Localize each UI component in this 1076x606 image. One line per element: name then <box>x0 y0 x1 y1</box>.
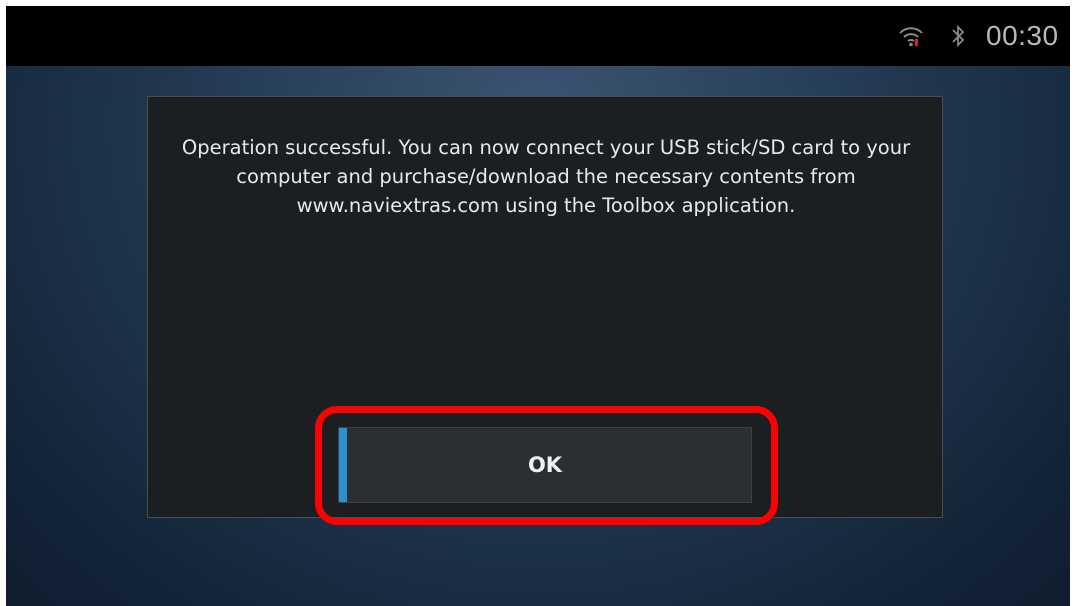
status-bar: 00:30 <box>6 6 1070 66</box>
dialog-message: Operation successful. You can now connec… <box>181 136 911 217</box>
wifi-icon <box>898 22 924 48</box>
bluetooth-icon <box>950 22 966 50</box>
ok-button[interactable]: OK <box>338 427 752 503</box>
ok-button-accent <box>339 428 347 502</box>
status-clock: 00:30 <box>986 20 1059 51</box>
screen: 00:30 Operation successful. You can now … <box>6 6 1070 606</box>
ok-button-label: OK <box>527 453 563 477</box>
